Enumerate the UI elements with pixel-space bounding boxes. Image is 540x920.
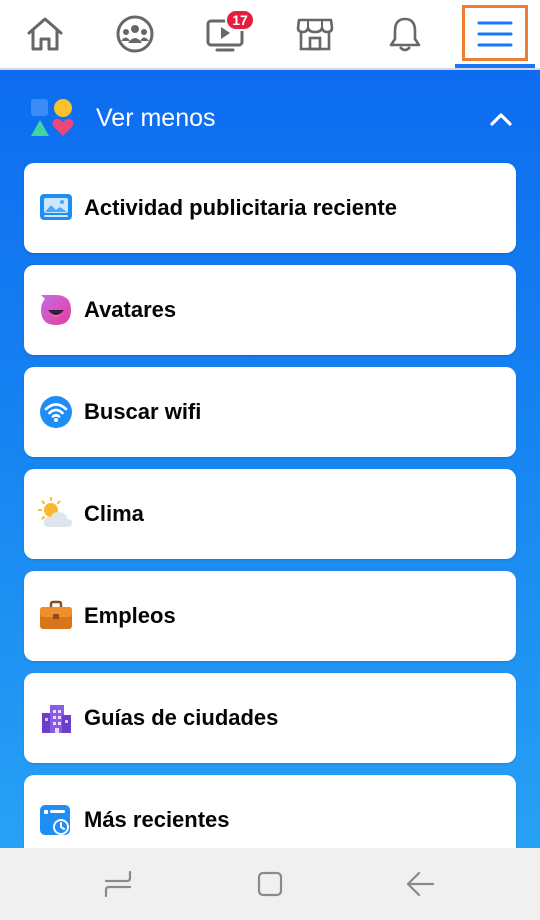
ad-activity-icon [38,190,74,226]
weather-icon [38,496,74,532]
menu-item-label: Más recientes [84,807,230,832]
top-navigation-bar: 17 [0,0,540,70]
tab-groups[interactable] [90,0,180,68]
tab-notifications[interactable] [360,0,450,68]
avatar-icon [38,292,74,328]
menu-item-label: Clima [84,501,144,526]
bell-icon [389,17,421,52]
menu-item-label: Guías de ciudades [84,705,279,730]
menu-item-label: Empleos [84,603,176,628]
see-less-header[interactable]: Ver menos [0,70,540,162]
menu-item-jobs[interactable]: Empleos [24,571,516,661]
tab-marketplace[interactable] [270,0,360,68]
briefcase-icon [38,598,74,634]
back-button[interactable] [400,866,440,902]
wifi-icon [38,394,74,430]
tab-home[interactable] [0,0,90,68]
recent-feed-icon [38,802,74,838]
groups-icon [116,15,154,53]
system-navigation-bar [0,848,540,920]
menu-item-label: Buscar wifi [84,399,202,424]
back-arrow-icon [406,871,435,897]
notification-badge: 17 [225,9,255,31]
home-button[interactable] [250,866,290,902]
recents-button[interactable] [98,866,138,902]
see-less-label: Ver menos [96,104,216,132]
marketplace-icon [296,18,334,51]
home-icon [27,17,63,51]
tab-watch[interactable] [180,0,270,68]
home-square-icon [257,871,283,897]
recents-icon [104,870,132,898]
menu-item-avatars[interactable]: Avatares [24,265,516,355]
chevron-up-icon[interactable] [488,110,514,128]
active-tab-indicator [455,64,535,68]
shortcuts-shapes-icon [31,99,74,136]
menu-item-label: Avatares [84,297,177,322]
menu-item-weather[interactable]: Clima [24,469,516,559]
city-guide-icon [38,700,74,736]
menu-item-city-guides[interactable]: Guías de ciudades [24,673,516,763]
menu-item-label: Actividad publicitaria reciente [84,195,397,220]
menu-item-find-wifi[interactable]: Buscar wifi [24,367,516,457]
menu-highlight-box [462,5,528,61]
menu-panel: Ver menos Actividad publicitaria recient… [0,70,540,848]
menu-item-most-recent[interactable]: Más recientes [24,775,516,848]
menu-item-ad-activity[interactable]: Actividad publicitaria reciente [24,163,516,253]
